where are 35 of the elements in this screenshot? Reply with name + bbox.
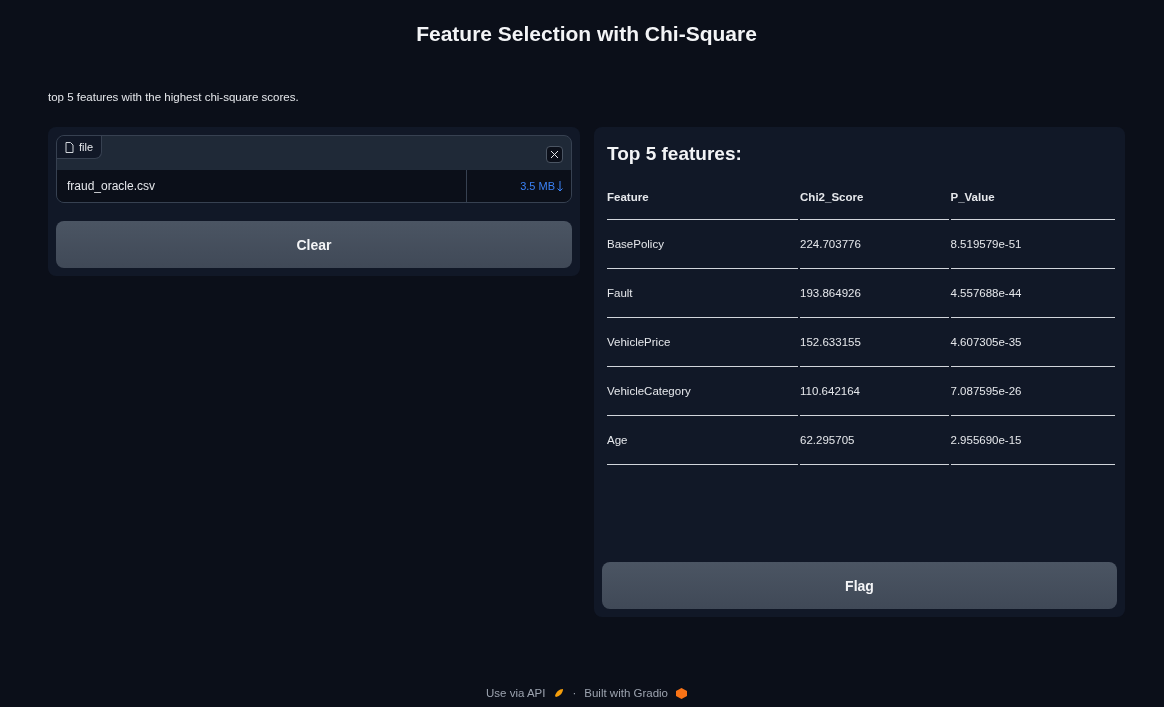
api-link[interactable]: Use via API <box>486 687 546 699</box>
flag-button[interactable]: Flag <box>602 562 1117 609</box>
column-header: P_Value <box>950 179 1115 220</box>
table-cell: 62.295705 <box>800 416 949 465</box>
column-header: Chi2_Score <box>800 179 949 220</box>
description-text: top 5 features with the highest chi-square scores. <box>48 91 300 103</box>
table-cell: VehiclePrice <box>607 318 799 367</box>
table-cell: 224.703776 <box>800 220 949 269</box>
file-name: fraud_oracle.csv <box>57 170 467 202</box>
output-heading: Top 5 features: <box>607 143 743 165</box>
table-cell: 110.642164 <box>800 367 949 416</box>
close-icon <box>551 151 558 158</box>
table-cell: BasePolicy <box>607 220 799 269</box>
table-cell: 4.557688e-44 <box>950 269 1115 318</box>
table-cell: Fault <box>607 269 799 318</box>
table-cell: 7.087595e-26 <box>950 367 1115 416</box>
file-label-text: file <box>79 141 94 153</box>
table-cell: 4.607305e-35 <box>950 318 1115 367</box>
table-cell: 193.864926 <box>800 269 949 318</box>
logo-icon <box>676 687 687 699</box>
file-upload-field[interactable]: file fraud_oracle.csv 3.5 MB <box>56 135 572 203</box>
column-header: Feature <box>607 179 799 220</box>
clear-button[interactable]: Clear <box>56 221 572 268</box>
download-icon <box>557 180 563 192</box>
table-cell: 152.633155 <box>800 318 949 367</box>
table-cell: VehicleCategory <box>607 367 799 416</box>
download-link[interactable]: 3.5 MB <box>467 180 571 192</box>
table-cell: 2.955690e-15 <box>950 416 1115 465</box>
file-icon <box>65 141 74 153</box>
close-button[interactable] <box>546 146 563 163</box>
table-cell: Age <box>607 416 799 465</box>
separator-dot: · <box>572 687 577 699</box>
table-cell: 8.519579e-51 <box>950 220 1115 269</box>
page-title: Feature Selection with Chi-Square <box>415 22 758 46</box>
gradio-link[interactable]: Built with Gradio <box>584 687 668 699</box>
